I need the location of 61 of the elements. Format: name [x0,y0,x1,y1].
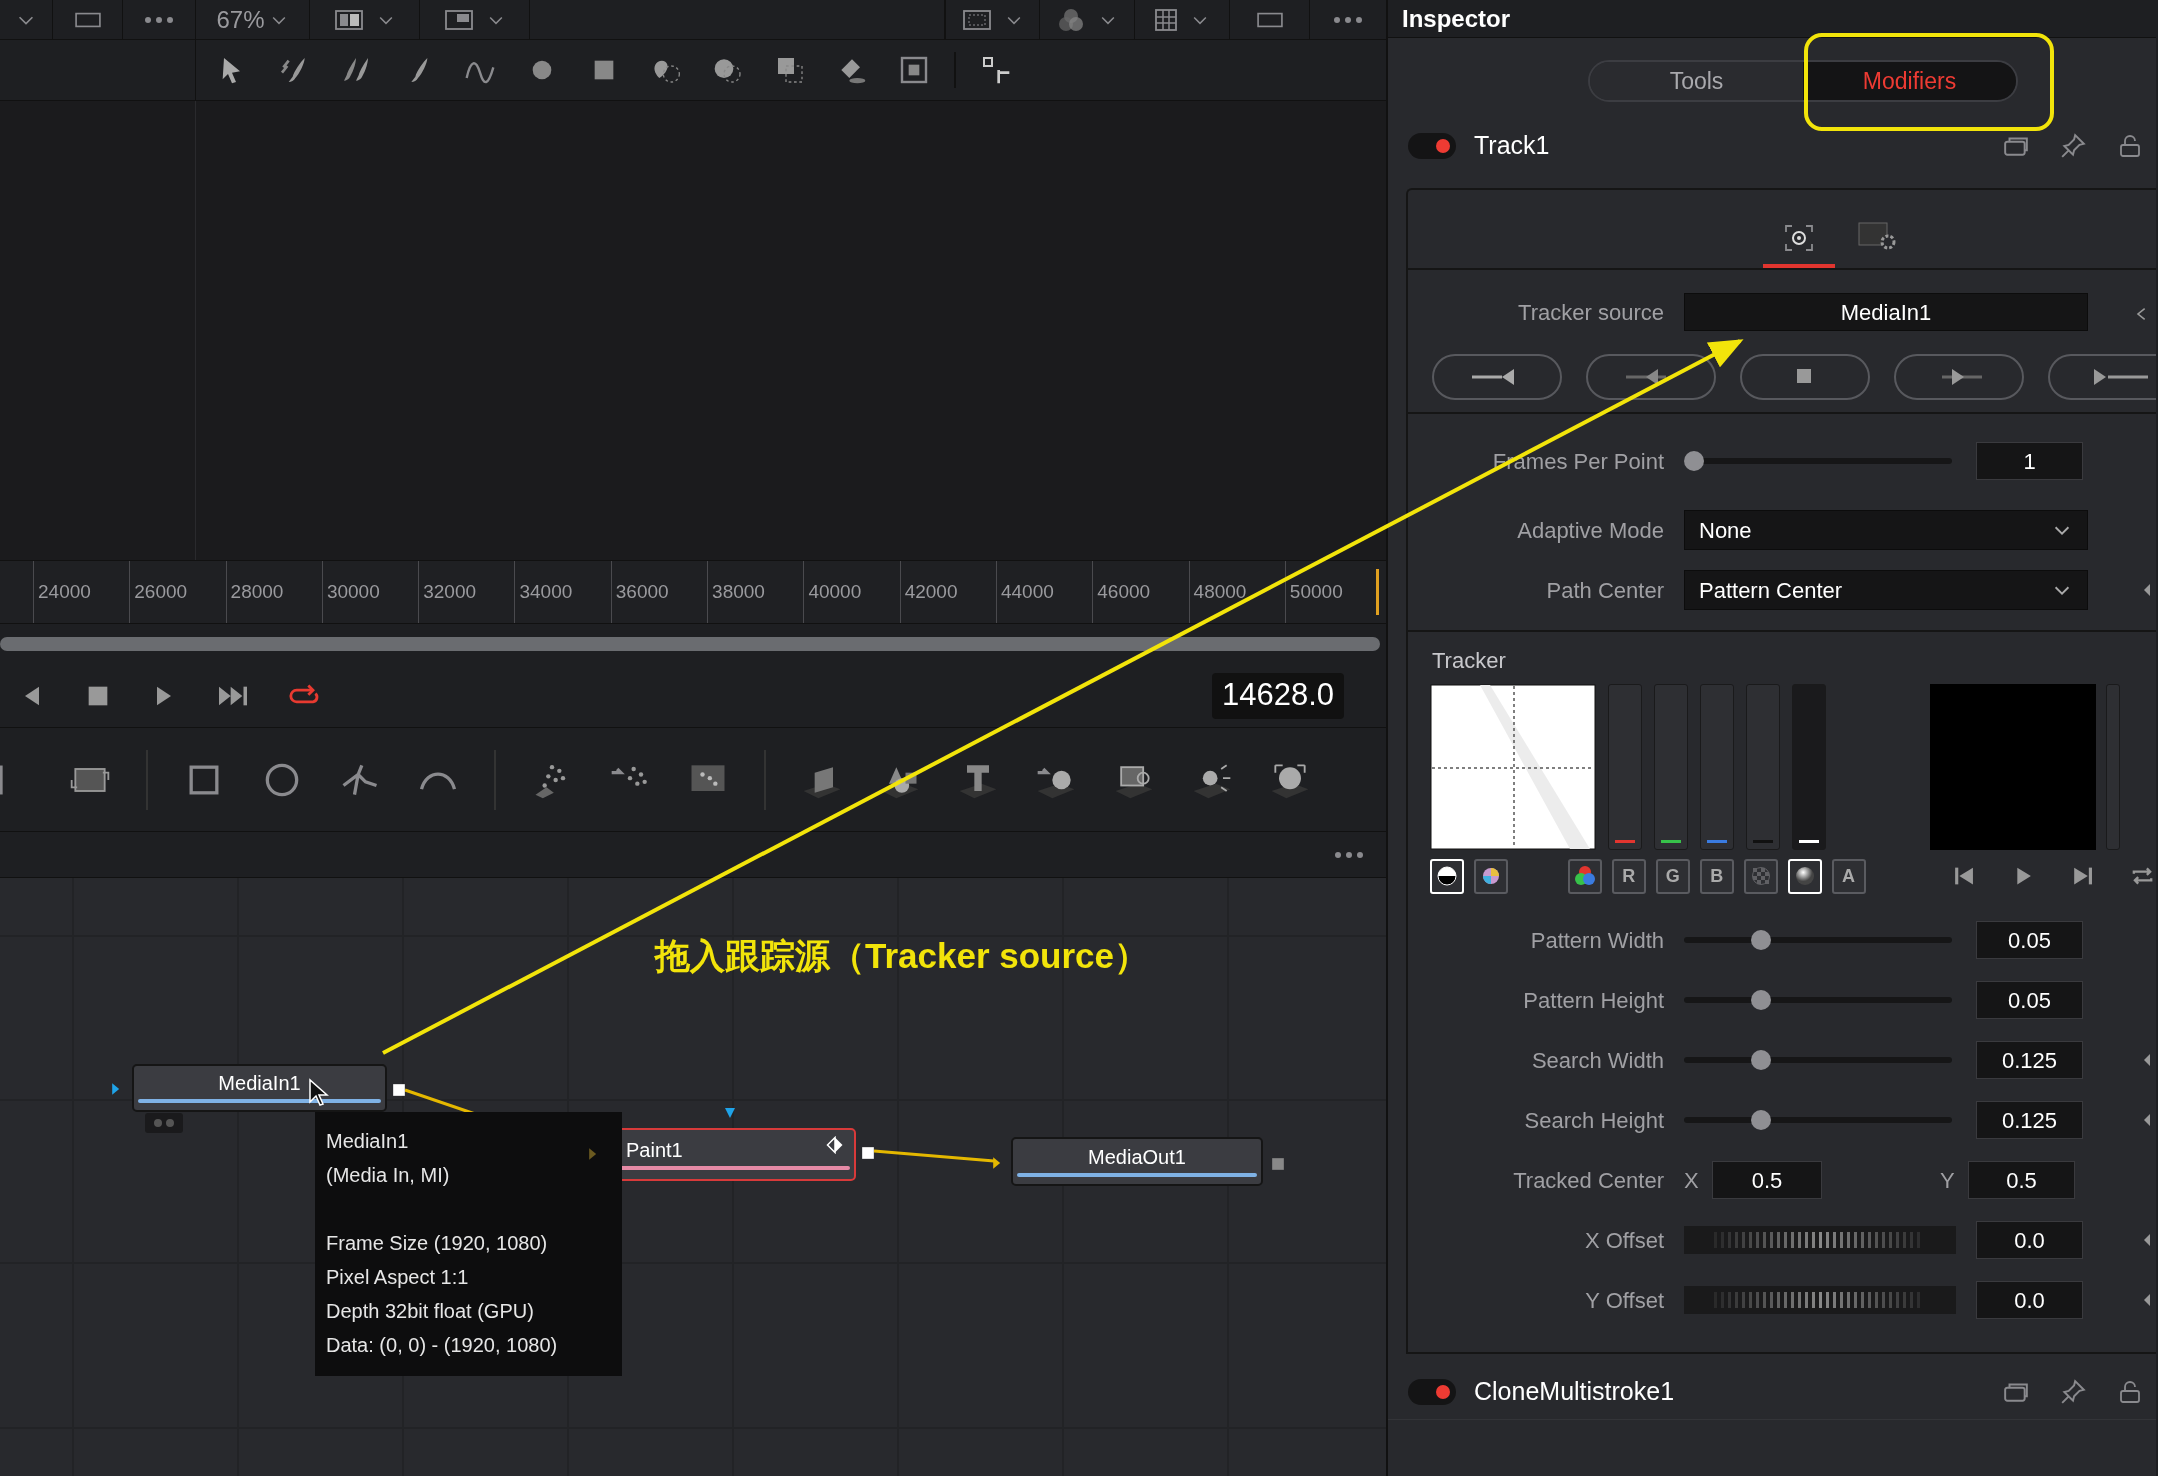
ruler-label: 34000 [519,579,573,604]
section-title: Tracker [1432,648,1506,673]
ruler-label: 36000 [615,579,669,604]
ruler-label: 50000 [1289,579,1343,604]
view-channel-button[interactable]: A [1831,858,1866,894]
dropdown[interactable]: None [1684,510,2088,550]
node-label: Paint1 [625,1139,683,1160]
zoom-dropdown[interactable]: 67% [196,0,310,39]
value-field[interactable]: 0.0 [1976,1281,2083,1319]
value-field[interactable]: 0.0 [1976,1221,2083,1259]
value-field[interactable]: 0.125 [1976,1101,2083,1139]
value-field[interactable]: 0.5 [1712,1161,1822,1199]
ruler-label: 42000 [904,579,958,604]
ruler-label: 40000 [808,579,862,604]
ruler-label: 38000 [712,579,765,604]
axis-label: Y [1940,1166,1954,1195]
node[interactable]: MediaIn1 [132,1064,387,1112]
field-label: Path Center [1546,577,1664,603]
value-field[interactable]: 0.05 [1976,981,2083,1019]
timecode-field[interactable]: 14628.0 [1211,672,1344,719]
tab[interactable]: Modifiers [1803,62,2016,100]
value-field[interactable]: 0.05 [1976,921,2083,959]
panel-title: Inspector [1402,3,1511,34]
ruler-label: 44000 [1000,579,1054,604]
field-label: Search Height [1524,1107,1664,1133]
value-field[interactable]: 1 [1976,442,2083,480]
field-label: Tracked Center [1513,1167,1664,1193]
tooltip-line: (Media In, MI) [326,1163,450,1188]
node-label: MediaOut1 [1088,1146,1186,1167]
field-label: Search Width [1531,1047,1664,1073]
tooltip-line: Data: (0, 0) - (1920, 1080) [326,1333,558,1358]
axis-label: X [1684,1166,1698,1195]
dropdown[interactable]: Pattern Center [1684,570,2088,610]
tooltip-line: Frame Size (1920, 1080) [326,1231,548,1256]
field-label: Y Offset [1585,1287,1664,1313]
field-label: Adaptive Mode [1517,517,1664,543]
source-field[interactable]: MediaIn1 [1684,293,2088,331]
view-channel-button[interactable]: G [1655,858,1690,894]
tooltip-line: Depth 32bit float (GPU) [326,1299,534,1324]
tool-name: CloneMultistroke1 [1474,1375,1675,1407]
view-channel-button[interactable]: R [1611,858,1646,894]
field-label: Pattern Height [1523,987,1664,1013]
value-field[interactable]: 0.125 [1976,1041,2083,1079]
node-label: MediaIn1 [218,1073,301,1093]
node[interactable]: MediaOut1 [1011,1137,1263,1186]
tooltip-line: MediaIn1 [326,1129,409,1154]
tool-name: Track1 [1474,130,1550,162]
field-label: X Offset [1584,1227,1664,1253]
ruler-label: 24000 [38,579,91,604]
field-label: Tracker source [1518,299,1664,325]
ruler-label: 46000 [1097,579,1151,604]
tooltip-line: Pixel Aspect 1:1 [326,1265,469,1290]
view-channel-button[interactable]: B [1699,858,1734,894]
ruler-label: 30000 [326,579,380,604]
value-field[interactable]: 0.5 [1968,1161,2075,1199]
ruler-label: 32000 [423,579,477,604]
annotation-text: 拖入跟踪源（Tracker source） [655,935,1150,977]
ruler-label: 48000 [1193,579,1247,604]
ruler-label: 26000 [134,579,188,604]
field-label: Pattern Width [1530,927,1664,953]
ruler-label: 28000 [230,579,284,604]
